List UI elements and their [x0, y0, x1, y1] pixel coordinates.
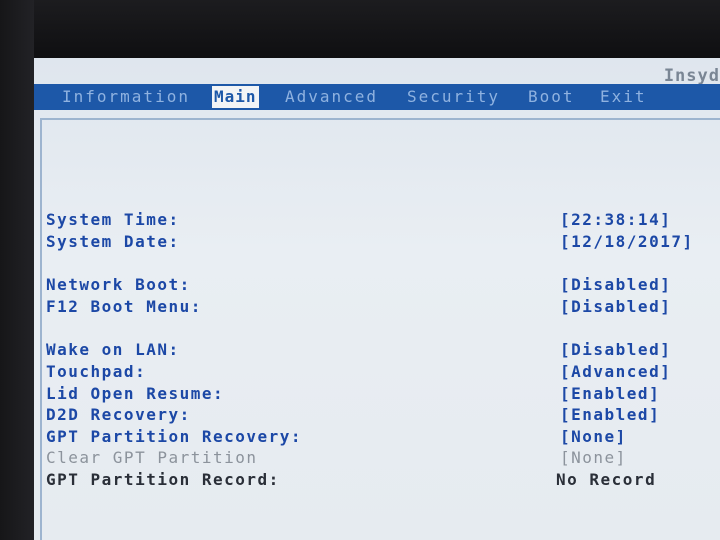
setting-label-network-boot[interactable]: Network Boot: — [46, 275, 191, 294]
tab-exit[interactable]: Exit — [600, 86, 647, 108]
setting-label-f12-boot-menu[interactable]: F12 Boot Menu: — [46, 297, 202, 316]
setting-value-gpt-partition-record: No Record — [556, 470, 657, 489]
setting-label-wake-on-lan[interactable]: Wake on LAN: — [46, 340, 180, 359]
tab-advanced[interactable]: Advanced — [285, 86, 378, 108]
setting-label-clear-gpt-partition: Clear GPT Partition — [46, 448, 258, 467]
setting-label-gpt-partition-recovery[interactable]: GPT Partition Recovery: — [46, 427, 302, 446]
bios-screen: Insyd Information Main Advanced Security… — [34, 58, 720, 540]
setting-value-lid-open-resume[interactable]: [Enabled] — [560, 384, 660, 403]
setting-label-d2d-recovery[interactable]: D2D Recovery: — [46, 405, 191, 424]
setting-label-lid-open-resume[interactable]: Lid Open Resume: — [46, 384, 224, 403]
tab-information[interactable]: Information — [62, 86, 190, 108]
setting-label-system-date[interactable]: System Date: — [46, 232, 180, 251]
setting-label-system-time[interactable]: System Time: — [46, 210, 180, 229]
setting-value-f12-boot-menu[interactable]: [Disabled] — [560, 297, 671, 316]
setting-value-network-boot[interactable]: [Disabled] — [560, 275, 671, 294]
tab-security[interactable]: Security — [407, 86, 500, 108]
setting-value-clear-gpt-partition: [None] — [560, 448, 627, 467]
setting-value-system-date[interactable]: [12/18/2017] — [560, 232, 694, 251]
setting-value-d2d-recovery[interactable]: [Enabled] — [560, 405, 660, 424]
setting-label-gpt-partition-record: GPT Partition Record: — [46, 470, 280, 489]
tab-main[interactable]: Main — [212, 86, 259, 108]
settings-panel: System Time: [22:38:14] System Date: [12… — [40, 118, 720, 540]
monitor-bezel-left — [0, 0, 34, 540]
setting-value-touchpad[interactable]: [Advanced] — [560, 362, 671, 381]
setting-label-touchpad[interactable]: Touchpad: — [46, 362, 146, 381]
setting-value-gpt-partition-recovery[interactable]: [None] — [560, 427, 627, 446]
bios-menu-bar: Information Main Advanced Security Boot … — [34, 84, 720, 110]
tab-boot[interactable]: Boot — [528, 86, 575, 108]
setting-value-system-time[interactable]: [22:38:14] — [560, 210, 671, 229]
monitor-bezel-top — [0, 0, 720, 58]
setting-value-wake-on-lan[interactable]: [Disabled] — [560, 340, 671, 359]
vendor-logo: Insyd — [663, 66, 720, 86]
